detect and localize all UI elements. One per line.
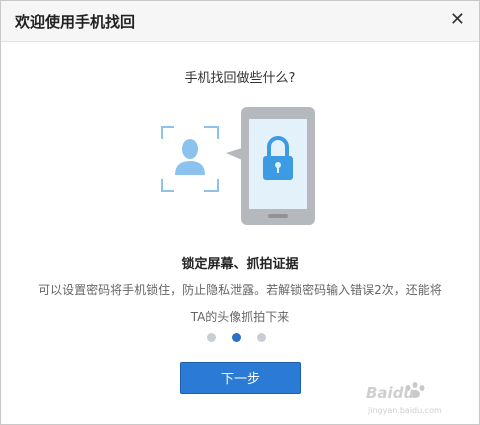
pager-dot-1[interactable] [207,333,216,342]
question-text: 手机找回做些什么? [184,71,296,86]
feature-description-line1: 可以设置密码将手机锁住，防止隐私泄露。若解锁密码输入错误2次，还能将 [38,283,442,297]
dialog-titlebar: 欢迎使用手机找回 ✕ [1,1,479,42]
feature-illustration [161,107,315,225]
watermark-subtext: jingyan.baidu.com [367,406,442,415]
close-icon[interactable]: ✕ [450,9,465,30]
speech-tail-icon [226,148,242,160]
avatar-icon [175,139,205,175]
dialog-title: 欢迎使用手机找回 [15,13,136,31]
pager-dot-2-active[interactable] [232,333,241,342]
feature-title: 锁定屏幕、抓拍证据 [181,257,299,272]
pager-dot-3[interactable] [257,333,266,342]
watermark-brand: Baidu [366,384,414,402]
find-phone-dialog: 欢迎使用手机找回 ✕ 手机找回做些什么? 锁定屏幕、抓拍证据 可以设置密码将手机… [0,0,480,425]
next-button[interactable]: 下一步 [180,362,301,394]
feature-description-line2: TA的头像抓拍下来 [190,310,290,324]
baidu-watermark: Baidu jingyan.baidu.com [366,382,442,415]
